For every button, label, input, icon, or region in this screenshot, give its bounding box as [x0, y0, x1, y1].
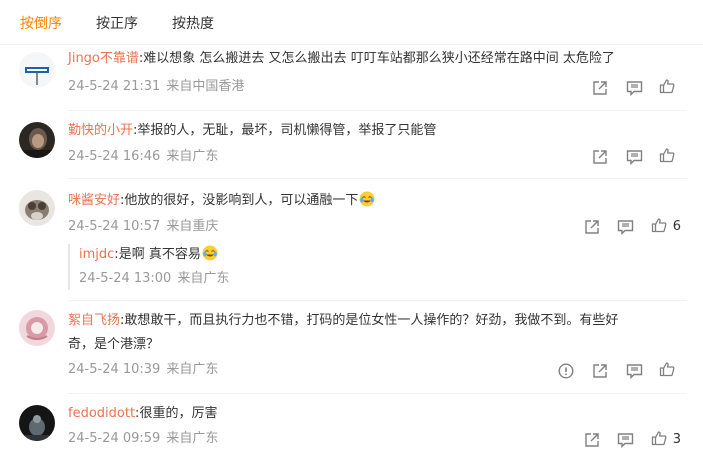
- comment-text: 难以想象 怎么搬进去 又怎么搬出去 叮叮车站都那么狭小还经常在路中间 太危险了: [143, 51, 615, 66]
- comment-divider: [68, 393, 687, 394]
- laugh-cry-emoji: [359, 191, 375, 207]
- comment-text: 很重的，厉害: [139, 406, 218, 421]
- like-count: 3: [672, 432, 681, 447]
- reply-meta: 24-5-24 13:00 来自广东: [79, 270, 687, 288]
- like-button[interactable]: [659, 361, 681, 381]
- comment-time: 24-5-24 16:46: [68, 149, 161, 164]
- comment-text-line: 絮自飞扬:敢想敢干，而且执行力也不错，打码的是位女性一人操作的？好劲，我做不到。…: [68, 313, 619, 328]
- reply-source: 来自广东: [177, 271, 230, 286]
- avatar-image: [19, 310, 55, 346]
- share-icon[interactable]: [583, 431, 601, 449]
- avatar[interactable]: [19, 122, 55, 158]
- comment-username[interactable]: fedodidott: [68, 406, 135, 421]
- avatar-image: [19, 405, 55, 441]
- comment-username[interactable]: Jingo不靠谱: [68, 51, 139, 66]
- comment-source: 来自广东: [166, 149, 219, 164]
- comment-icon[interactable]: [617, 431, 635, 449]
- comment-icon[interactable]: [617, 218, 635, 236]
- comment-source: 来自中国香港: [166, 79, 245, 94]
- avatar[interactable]: [19, 310, 55, 346]
- share-icon[interactable]: [591, 79, 609, 97]
- comment-icon[interactable]: [625, 79, 643, 97]
- thumbs-up-icon: [651, 430, 667, 450]
- comment-time: 24-5-24 10:57: [68, 219, 161, 234]
- comment-username[interactable]: 咪酱安好: [68, 193, 120, 208]
- comment-time: 24-5-24 10:39: [68, 362, 161, 377]
- avatar[interactable]: [19, 405, 55, 441]
- comment-text-line: 奇，是个港漂？: [68, 334, 687, 356]
- like-button[interactable]: 3: [651, 430, 681, 450]
- comment-actions: [575, 78, 681, 98]
- avatar-image: [19, 52, 55, 88]
- comment-meta: 24-5-24 16:46 来自广东: [68, 148, 218, 166]
- comment-source: 来自重庆: [166, 219, 219, 234]
- reply-text-line: imjdc:是啊 真不容易: [79, 244, 687, 266]
- thumbs-up-icon: [651, 217, 667, 237]
- avatar[interactable]: [19, 52, 55, 88]
- comment-text: 举报的人，无耻，最坏，司机懒得管，举报了只能管: [137, 123, 437, 138]
- avatar-image: [19, 190, 55, 226]
- reply-username[interactable]: imjdc: [79, 247, 114, 262]
- share-icon[interactable]: [591, 148, 609, 166]
- reply-time: 24-5-24 13:00: [79, 271, 172, 286]
- comment-meta: 24-5-24 21:31 来自中国香港: [68, 78, 244, 96]
- comment-time: 24-5-24 21:31: [68, 79, 161, 94]
- thumbs-up-icon: [659, 361, 675, 381]
- reply-text: 是啊 真不容易: [118, 247, 201, 262]
- comment-source: 来自广东: [166, 362, 219, 377]
- comment-username[interactable]: 絮自飞扬: [68, 313, 120, 328]
- comment-text-line2: 奇，是个港漂？: [68, 337, 160, 352]
- comment-actions: [575, 147, 681, 167]
- comment-icon[interactable]: [625, 362, 643, 380]
- report-icon[interactable]: [557, 362, 575, 380]
- comment-text-line: 勤快的小开:举报的人，无耻，最坏，司机懒得管，举报了只能管: [68, 123, 437, 138]
- comment-meta: 24-5-24 10:39 来自广东: [68, 361, 218, 379]
- comment-username[interactable]: 勤快的小开: [68, 123, 133, 138]
- reply-block: imjdc:是啊 真不容易 24-5-24 13:00 来自广东: [68, 244, 687, 290]
- comment-item: 咪酱安好:他放的很好，没影响到人，可以通融一下 24-5-24 10:57 来自重…: [0, 180, 703, 300]
- like-count: 6: [672, 219, 681, 234]
- comment-time: 24-5-24 09:59: [68, 431, 161, 446]
- comment-text-line1: 敢想敢干，而且执行力也不错，打码的是位女性一人操作的？好劲，我做不到。有些好: [124, 313, 619, 328]
- comment-meta: 24-5-24 09:59 来自广东: [68, 430, 218, 448]
- like-button[interactable]: [659, 78, 681, 98]
- comment-item: 勤快的小开:举报的人，无耻，最坏，司机懒得管，举报了只能管 24-5-24 16…: [0, 110, 703, 180]
- thumbs-up-icon: [659, 147, 675, 167]
- laugh-cry-emoji: [202, 245, 218, 261]
- avatar[interactable]: [19, 190, 55, 226]
- comment-source: 来自广东: [166, 431, 219, 446]
- comment-actions: [541, 361, 681, 381]
- comment-meta: 24-5-24 10:57 来自重庆: [68, 218, 218, 236]
- comment-actions: 3: [567, 430, 681, 450]
- comment-text-line: 咪酱安好:他放的很好，没影响到人，可以通融一下: [68, 190, 687, 212]
- comment-text: 他放的很好，没影响到人，可以通融一下: [124, 193, 359, 208]
- comment-divider: [68, 178, 687, 179]
- avatar-image: [19, 122, 55, 158]
- share-icon[interactable]: [591, 362, 609, 380]
- comment-text-line: Jingo不靠谱:难以想象 怎么搬进去 又怎么搬出去 叮叮车站都那么狭小还经常在…: [68, 51, 615, 66]
- comment-icon[interactable]: [625, 148, 643, 166]
- like-button[interactable]: [659, 147, 681, 167]
- comment-actions: 6: [567, 217, 681, 237]
- share-icon[interactable]: [583, 218, 601, 236]
- like-button[interactable]: 6: [651, 217, 681, 237]
- thumbs-up-icon: [659, 78, 675, 98]
- comment-text-line: fedodidott:很重的，厉害: [68, 406, 218, 421]
